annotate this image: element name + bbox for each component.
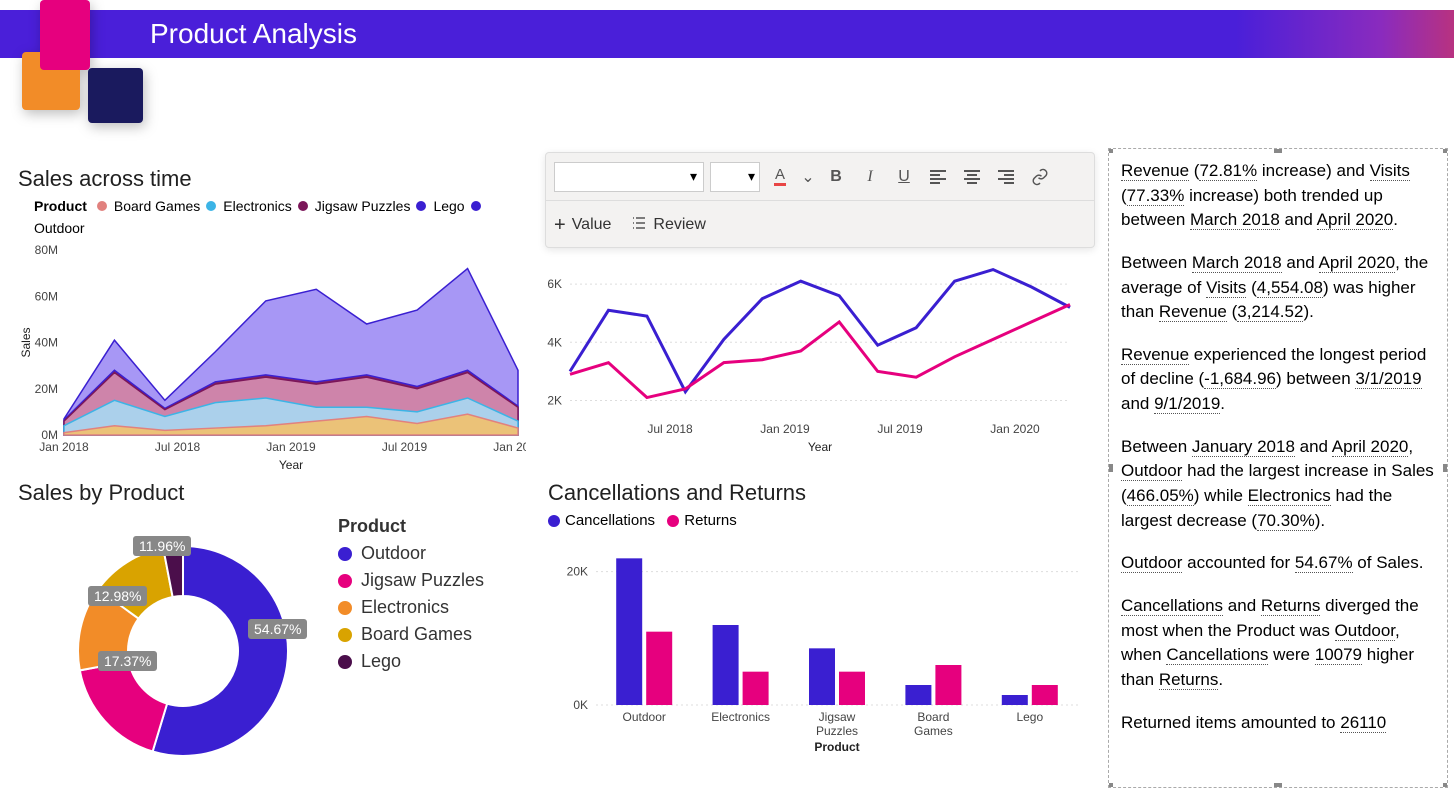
cancellations-returns-chart[interactable]: Cancellations and Returns Cancellations … [548, 480, 1088, 780]
link-button[interactable] [1026, 163, 1054, 191]
page-title: Product Analysis [150, 18, 357, 50]
svg-text:Board: Board [917, 710, 949, 724]
narrative-line: Revenue experienced the longest period o… [1121, 343, 1435, 417]
resize-handle[interactable] [1443, 783, 1448, 788]
narrative-line: Revenue (72.81% increase) and Visits (77… [1121, 159, 1435, 233]
resize-handle[interactable] [1108, 148, 1113, 153]
underline-button[interactable]: U [890, 163, 918, 191]
review-button[interactable]: Review [631, 215, 705, 236]
smart-narrative-textbox[interactable]: ⋯ Revenue (72.81% increase) and Visits (… [1108, 148, 1448, 788]
slice-label: 17.37% [98, 651, 157, 671]
resize-handle[interactable] [1274, 783, 1282, 788]
svg-text:20M: 20M [35, 382, 58, 396]
resize-handle[interactable] [1274, 148, 1282, 153]
chart-title: Sales across time [18, 166, 526, 192]
svg-text:Jul 2018: Jul 2018 [647, 422, 693, 436]
svg-text:Jan 2019: Jan 2019 [266, 440, 316, 454]
svg-text:Jan 2020: Jan 2020 [493, 440, 526, 454]
plus-icon: + [554, 214, 566, 237]
value-label: Value [572, 216, 612, 234]
revenue-visits-chart[interactable]: 2K 4K 6K Jul 2018 Jan 2019 Jul 2019 Jan 2020 Ye… [530, 250, 1080, 460]
resize-handle[interactable] [1108, 464, 1113, 472]
chart-title: Sales by Product [18, 480, 528, 506]
svg-text:6K: 6K [547, 277, 562, 291]
slice-label: 12.98% [88, 586, 147, 606]
narrative-line: Cancellations and Returns diverged the m… [1121, 594, 1435, 693]
svg-text:0K: 0K [573, 698, 588, 712]
title-bar: Product Analysis [0, 10, 1454, 58]
svg-text:Jul 2019: Jul 2019 [382, 440, 428, 454]
slice-label: 54.67% [248, 619, 307, 639]
slice-label: 11.96% [133, 536, 191, 556]
bold-button[interactable]: B [822, 163, 850, 191]
svg-text:Product: Product [814, 740, 859, 754]
resize-handle[interactable] [1443, 148, 1448, 153]
svg-text:Games: Games [914, 724, 953, 738]
svg-text:Jan 2018: Jan 2018 [39, 440, 89, 454]
svg-text:Jan 2020: Jan 2020 [990, 422, 1040, 436]
svg-text:Sales: Sales [19, 327, 33, 357]
narrative-line: Outdoor accounted for 54.67% of Sales. [1121, 551, 1435, 576]
chart-legend: Product Board Games Electronics Jigsaw P… [34, 198, 526, 236]
svg-text:Year: Year [279, 458, 303, 472]
italic-button[interactable]: I [856, 163, 884, 191]
svg-text:40M: 40M [35, 336, 58, 350]
svg-text:Jigsaw: Jigsaw [819, 710, 856, 724]
font-size-select[interactable]: ▾ [710, 162, 760, 192]
sales-across-time-chart[interactable]: Sales across time Product Board Games El… [18, 166, 526, 480]
svg-text:Outdoor: Outdoor [623, 710, 666, 724]
svg-text:4K: 4K [547, 335, 562, 349]
svg-text:Puzzles: Puzzles [816, 724, 858, 738]
svg-text:Jan 2019: Jan 2019 [760, 422, 810, 436]
donut: 11.96% 12.98% 17.37% 54.67% [18, 516, 308, 786]
chart-legend: Cancellations Returns [548, 512, 1088, 529]
svg-text:80M: 80M [35, 243, 58, 257]
review-label: Review [653, 216, 705, 234]
resize-handle[interactable] [1443, 464, 1448, 472]
font-color-button[interactable]: A [766, 163, 794, 191]
narrative-line: Between January 2018 and April 2020, Out… [1121, 435, 1435, 534]
svg-text:Jul 2018: Jul 2018 [155, 440, 201, 454]
narrative-line: Returned items amounted to 26110 [1121, 711, 1435, 736]
font-family-select[interactable]: ▾ [554, 162, 704, 192]
text-format-toolbar: ▾ ▾ A ⌄ B I U + Value Review [545, 152, 1095, 248]
svg-text:Jul 2019: Jul 2019 [877, 422, 923, 436]
chart-legend: Product Outdoor Jigsaw Puzzles Electroni… [338, 516, 484, 678]
align-center-button[interactable] [958, 163, 986, 191]
svg-text:60M: 60M [35, 289, 58, 303]
align-left-button[interactable] [924, 163, 952, 191]
chart-title: Cancellations and Returns [548, 480, 1088, 506]
resize-handle[interactable] [1108, 783, 1113, 788]
insert-value-button[interactable]: + Value [554, 214, 611, 237]
svg-text:Electronics: Electronics [711, 710, 770, 724]
align-right-button[interactable] [992, 163, 1020, 191]
font-color-chevron-icon[interactable]: ⌄ [800, 167, 816, 187]
svg-text:Lego: Lego [1016, 710, 1043, 724]
narrative-line: Between March 2018 and April 2020, the a… [1121, 251, 1435, 325]
logo [10, 0, 140, 128]
list-icon [631, 215, 647, 236]
svg-text:20K: 20K [567, 565, 588, 579]
svg-text:2K: 2K [547, 393, 562, 407]
sales-by-product-chart[interactable]: Sales by Product 11.96% 12.98% 17.37% 54… [18, 480, 528, 786]
svg-text:Year: Year [808, 440, 832, 454]
